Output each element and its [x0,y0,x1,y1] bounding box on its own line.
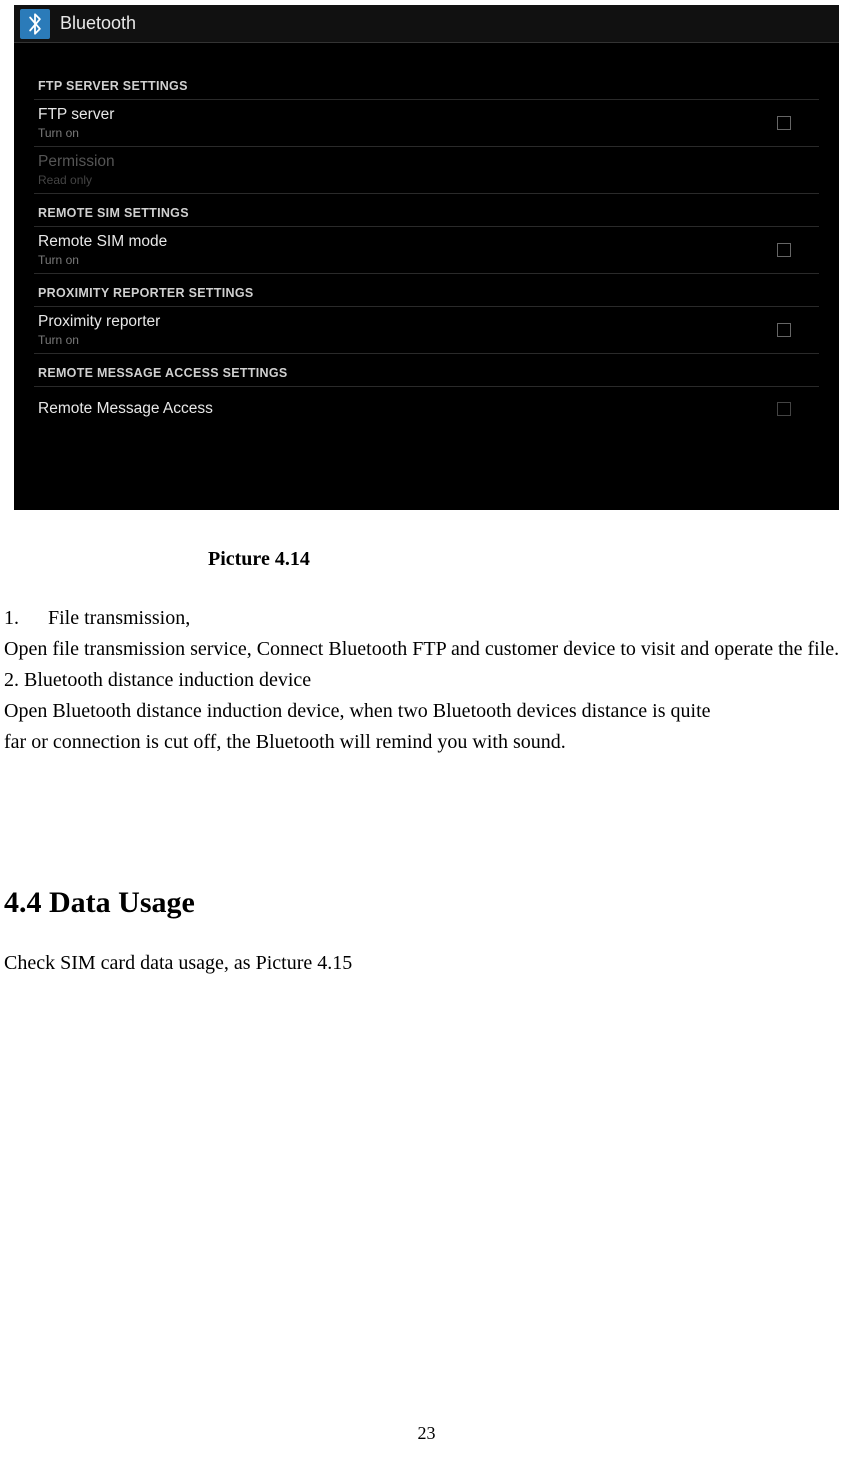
figure-caption: Picture 4.14 [4,548,849,571]
setting-proximity-reporter[interactable]: Proximity reporter Turn on [34,307,819,354]
bluetooth-title: Bluetooth [60,13,136,34]
section-header-prox: PROXIMITY REPORTER SETTINGS [34,274,819,307]
list-item-text: File transmission, [48,607,190,629]
page-number: 23 [0,1423,853,1444]
bluetooth-settings-screenshot: Bluetooth FTP SERVER SETTINGS FTP server… [14,5,839,510]
paragraph-file-transmission: Open file transmission service, Connect … [4,634,849,665]
checkbox-proximity[interactable] [777,323,791,337]
paragraph-data-usage: Check SIM card data usage, as Picture 4.… [4,948,849,979]
list-number: 1. [4,603,48,634]
document-body: Picture 4.14 1.File transmission, Open f… [0,548,853,979]
bluetooth-header: Bluetooth [14,5,839,43]
bluetooth-icon [20,9,50,39]
setting-subtitle: Turn on [38,253,777,267]
paragraph-bt-distance-2: far or connection is cut off, the Blueto… [4,727,849,758]
checkbox-remote-message[interactable] [777,402,791,416]
setting-remote-sim[interactable]: Remote SIM mode Turn on [34,227,819,274]
bluetooth-glyph-icon [25,11,45,37]
section-heading-data-usage: 4.4 Data Usage [4,886,849,920]
setting-subtitle: Turn on [38,126,777,140]
setting-title: Permission [38,153,815,172]
setting-title: Proximity reporter [38,313,777,332]
setting-subtitle: Turn on [38,333,777,347]
settings-panel: FTP SERVER SETTINGS FTP server Turn on P… [14,43,839,431]
paragraph-bt-distance-1: Open Bluetooth distance induction device… [4,696,849,727]
checkbox-ftp-server[interactable] [777,116,791,130]
checkbox-remote-sim[interactable] [777,243,791,257]
setting-title: Remote Message Access [38,400,777,419]
section-header-ftp: FTP SERVER SETTINGS [34,67,819,100]
setting-subtitle: Read only [38,173,815,187]
section-header-msg: REMOTE MESSAGE ACCESS SETTINGS [34,354,819,387]
setting-remote-message-access[interactable]: Remote Message Access [34,387,819,431]
section-header-sim: REMOTE SIM SETTINGS [34,194,819,227]
list-item-1-title: 1.File transmission, [4,603,849,634]
setting-title: FTP server [38,106,777,125]
list-item-2-title: 2. Bluetooth distance induction device [4,665,849,696]
setting-permission: Permission Read only [34,147,819,194]
setting-ftp-server[interactable]: FTP server Turn on [34,100,819,147]
setting-title: Remote SIM mode [38,233,777,252]
